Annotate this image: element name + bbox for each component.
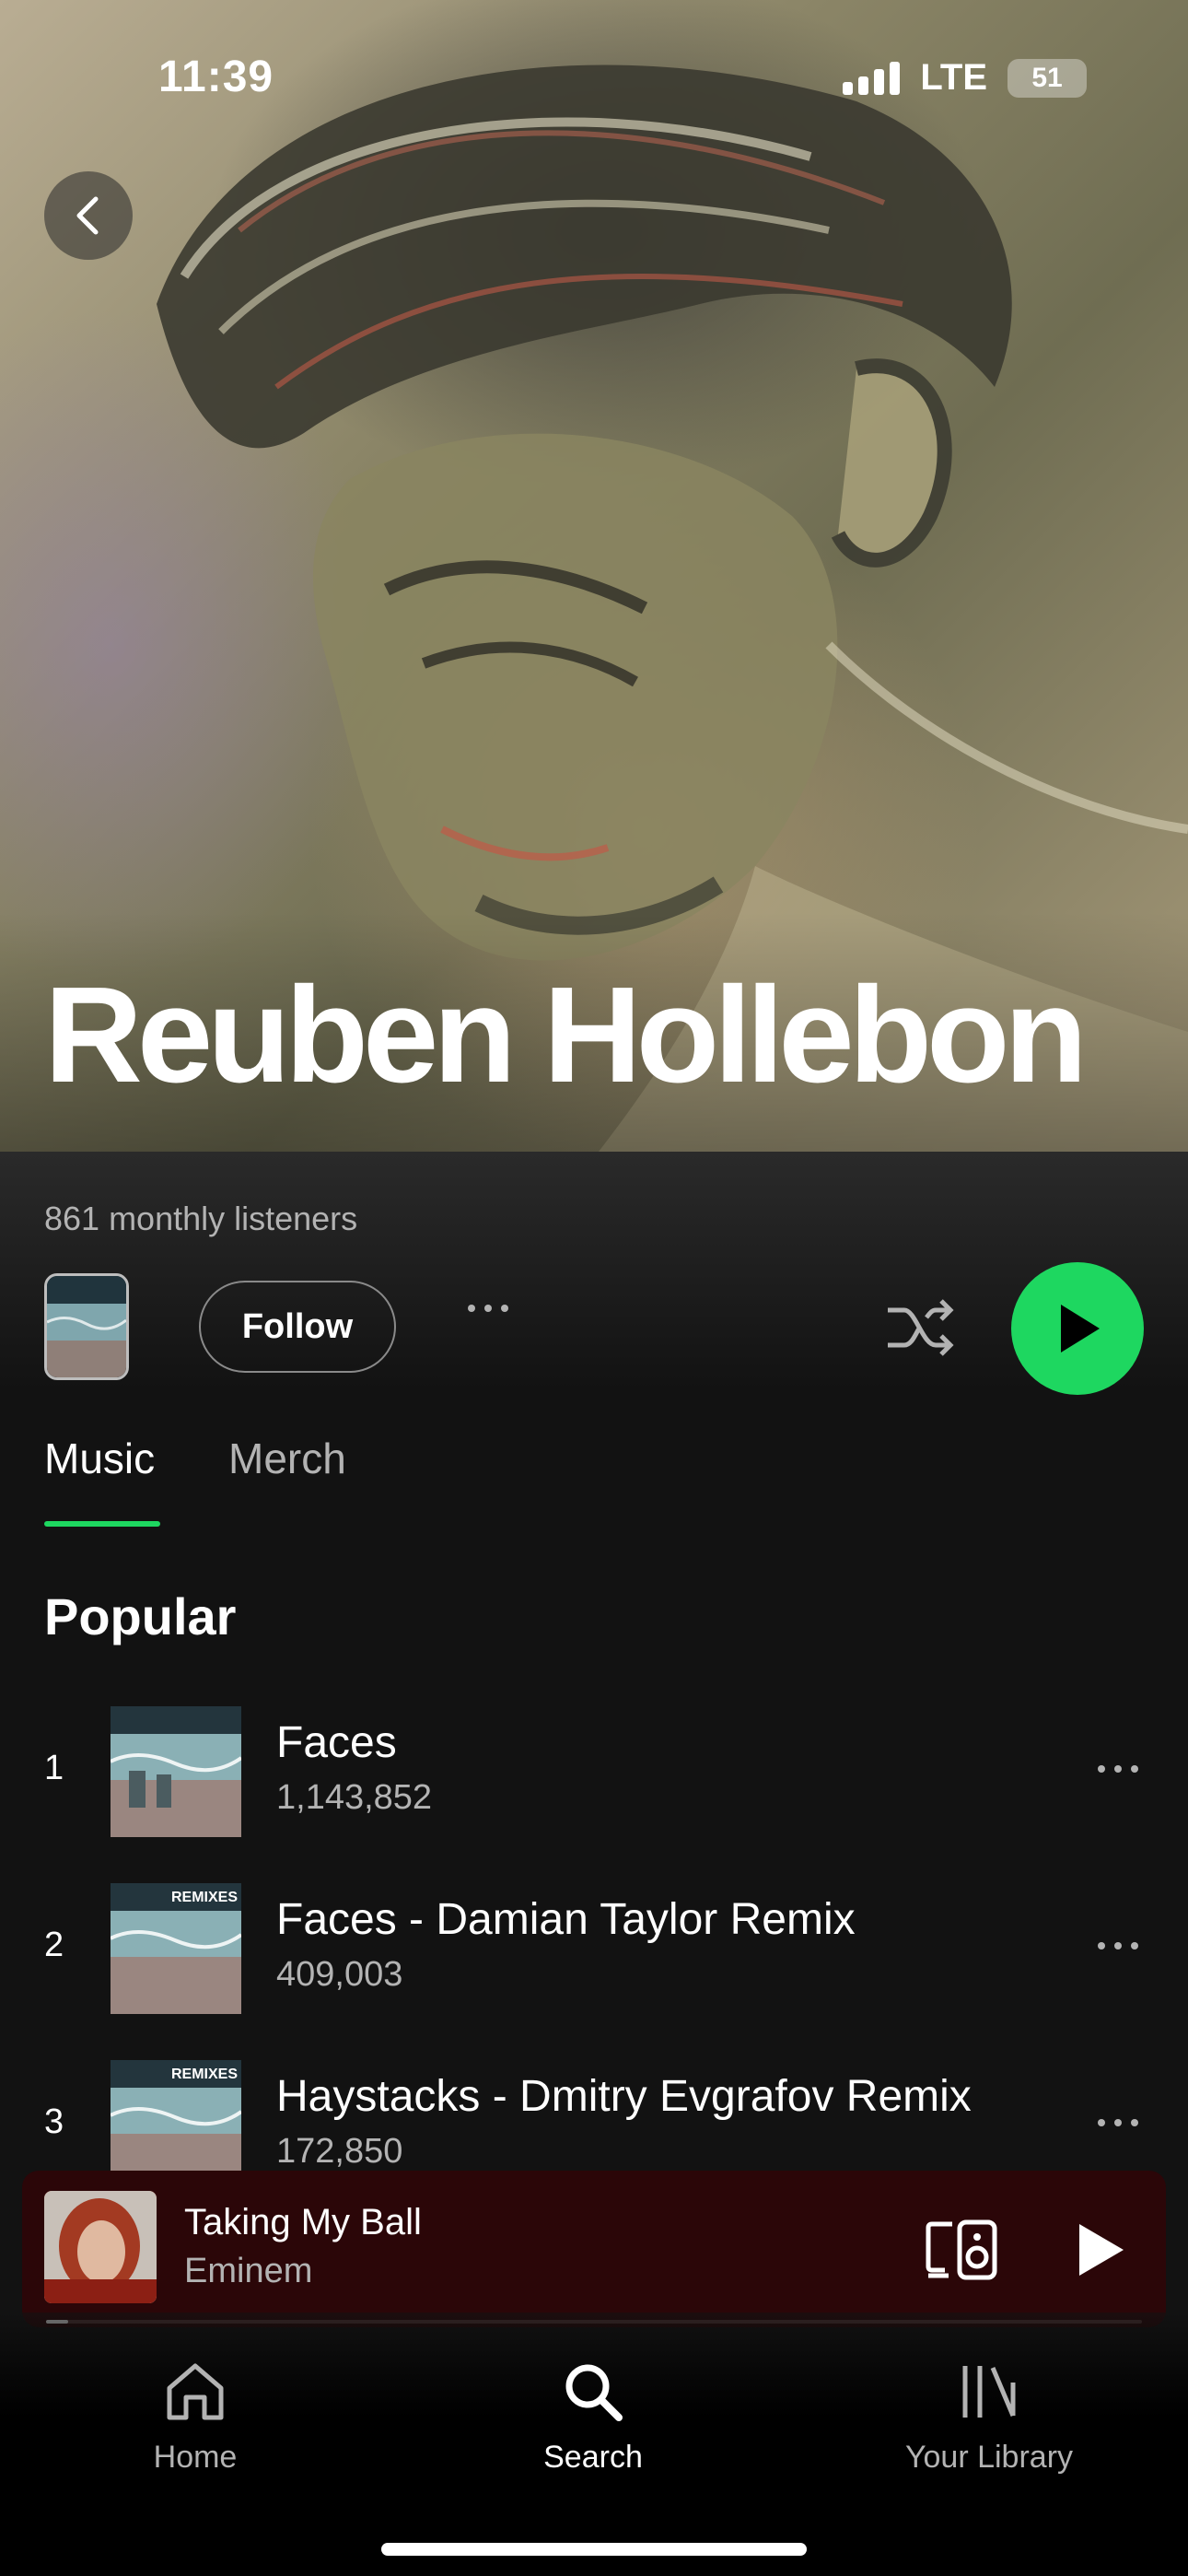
track-cover	[111, 1706, 241, 1837]
status-indicators: LTE 51	[843, 57, 1087, 99]
track-play-count: 409,003	[276, 1955, 403, 1994]
active-tab-indicator	[44, 1521, 160, 1527]
signal-icon	[843, 61, 901, 95]
track-more-button[interactable]	[1098, 1942, 1138, 1950]
status-time: 11:39	[158, 53, 274, 101]
nav-home[interactable]: Home	[57, 2360, 333, 2476]
mini-play-icon[interactable]	[1070, 2219, 1129, 2281]
now-playing-bar[interactable]: Taking My Ball Eminem	[22, 2171, 1166, 2327]
cover-label: REMIXES	[171, 1890, 238, 1905]
track-title: Haystacks - Dmitry Evgrafov Remix	[276, 2072, 972, 2121]
album-cover-image	[47, 1276, 126, 1377]
follow-button[interactable]: Follow	[199, 1281, 396, 1373]
tab-music[interactable]: Music	[44, 1434, 155, 1483]
monthly-listeners: 861 monthly listeners	[44, 1200, 358, 1237]
track-more-button[interactable]	[1098, 2119, 1138, 2126]
popular-heading: Popular	[44, 1587, 237, 1645]
home-indicator	[381, 2543, 807, 2556]
album-cover-image	[44, 2191, 157, 2303]
library-icon	[962, 2366, 1016, 2418]
battery-icon: 51	[1007, 58, 1087, 98]
track-cover-image: REMIXES	[111, 1883, 241, 2014]
nav-library[interactable]: Your Library	[851, 2360, 1127, 2476]
network-type: LTE	[920, 57, 987, 98]
home-icon	[167, 2363, 224, 2420]
track-rank: 2	[44, 1926, 64, 1964]
now-playing-artist: Eminem	[184, 2252, 313, 2290]
battery-level: 51	[1031, 62, 1063, 93]
artist-pick-thumbnail[interactable]	[44, 1273, 129, 1380]
track-rank: 3	[44, 2102, 64, 2141]
more-options-button[interactable]	[468, 1305, 508, 1312]
track-row[interactable]: 1 Faces 1,143,852	[0, 1697, 1188, 1844]
tab-merch[interactable]: Merch	[228, 1434, 346, 1483]
nav-library-label: Your Library	[904, 2440, 1074, 2475]
track-cover: REMIXES	[111, 1883, 241, 2014]
track-title: Faces	[276, 1718, 397, 1767]
cover-label: REMIXES	[171, 2067, 238, 2082]
chevron-left-icon	[76, 196, 99, 235]
track-play-count: 172,850	[276, 2132, 403, 2171]
status-bar: 11:39 LTE 51	[0, 0, 1188, 129]
now-playing-title: Taking My Ball	[184, 2202, 422, 2242]
track-title: Faces - Damian Taylor Remix	[276, 1895, 856, 1944]
nav-search[interactable]: Search	[455, 2360, 731, 2476]
shuffle-icon[interactable]	[884, 1295, 958, 1360]
artist-controls: Follow	[44, 1262, 1144, 1395]
nav-home-label: Home	[153, 2440, 238, 2475]
back-button[interactable]	[44, 171, 133, 260]
artist-name: Reuben Hollebon	[44, 959, 1088, 1111]
play-icon	[1061, 1305, 1100, 1352]
now-playing-cover	[44, 2191, 157, 2303]
search-icon	[565, 2364, 623, 2421]
track-play-count: 1,143,852	[276, 1778, 433, 1817]
track-more-button[interactable]	[1098, 1765, 1138, 1773]
connect-device-icon[interactable]	[925, 2219, 998, 2281]
track-cover-image	[111, 1706, 241, 1837]
track-rank: 1	[44, 1749, 64, 1787]
nav-search-label: Search	[543, 2440, 643, 2475]
track-row[interactable]: 2 REMIXES Faces - Damian Taylor Remix 40…	[0, 1874, 1188, 2021]
play-button[interactable]	[1011, 1262, 1144, 1395]
